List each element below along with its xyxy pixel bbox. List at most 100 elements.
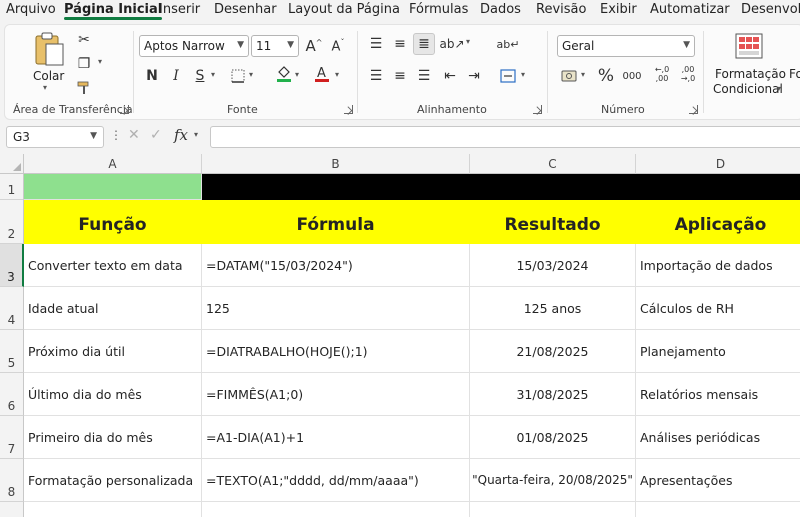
cell-b8[interactable]: =TEXTO(A1;"dddd, dd/mm/aaaa") (202, 459, 470, 502)
font-launcher-icon[interactable] (344, 105, 353, 114)
tab-automatizar[interactable]: Automatizar (650, 2, 730, 17)
copy-button[interactable]: ❐ (73, 53, 95, 75)
cell-d4[interactable]: Cálculos de RH (636, 287, 800, 330)
underline-button[interactable]: S (189, 65, 211, 87)
row-header-7[interactable]: 7 (0, 416, 24, 459)
borders-button[interactable] (227, 65, 249, 87)
cell-c8[interactable]: "Quarta-feira, 20/08/2025" (470, 459, 636, 502)
cut-button[interactable]: ✂ (73, 29, 95, 51)
cell-c7[interactable]: 01/08/2025 (470, 416, 636, 459)
font-color-button[interactable]: A (311, 63, 333, 85)
increase-font-button[interactable]: A^ (303, 35, 325, 57)
cell-a6[interactable]: Último dia do mês (24, 373, 202, 416)
formula-input[interactable] (210, 126, 800, 148)
cell-b5[interactable]: =DIATRABALHO(HOJE();1) (202, 330, 470, 373)
cell-b9[interactable] (202, 502, 470, 517)
cell-d6[interactable]: Relatórios mensais (636, 373, 800, 416)
row-header-6[interactable]: 6 (0, 373, 24, 416)
cell-a2-header[interactable]: Função (24, 200, 202, 244)
row-header-1[interactable]: 1 (0, 174, 24, 200)
more-options-icon[interactable]: ⋮ (110, 128, 122, 142)
insert-function-button[interactable]: fx (174, 126, 188, 144)
decrease-font-button[interactable]: Aˇ (327, 35, 349, 57)
cell-b1[interactable] (202, 174, 470, 200)
row-header-2[interactable]: 2 (0, 200, 24, 244)
tab-arquivo[interactable]: Arquivo (6, 2, 56, 17)
align-bottom-button[interactable]: ≣ (413, 33, 435, 55)
paste-button[interactable]: Colar ▾ (29, 29, 67, 92)
chevron-down-icon[interactable]: ▾ (581, 70, 585, 79)
clipboard-launcher-icon[interactable] (120, 105, 129, 114)
italic-button[interactable]: I (165, 65, 187, 87)
cancel-icon[interactable]: ✕ (128, 127, 140, 143)
cell-b6[interactable]: =FIMMÊS(A1;0) (202, 373, 470, 416)
format-table-label-clipped[interactable]: Fo (789, 67, 800, 81)
cell-a5[interactable]: Próximo dia útil (24, 330, 202, 373)
column-header-d[interactable]: D (636, 154, 800, 174)
cell-a9[interactable] (24, 502, 202, 517)
bold-button[interactable]: N (141, 65, 163, 87)
increase-decimal-button[interactable]: ←,0 ,00 (649, 63, 675, 85)
column-header-b[interactable]: B (202, 154, 470, 174)
alignment-launcher-icon[interactable] (533, 105, 542, 114)
tab-dados[interactable]: Dados (480, 2, 521, 17)
cell-d3[interactable]: Importação de dados (636, 244, 800, 287)
align-left-button[interactable]: ☰ (365, 65, 387, 87)
select-all-button[interactable] (0, 154, 24, 174)
chevron-down-icon[interactable]: ▾ (194, 130, 198, 139)
cell-a3[interactable]: Converter texto em data (24, 244, 202, 287)
tab-exibir[interactable]: Exibir (600, 2, 637, 17)
thousands-button[interactable]: 000 (621, 65, 643, 87)
fill-color-button[interactable] (273, 63, 295, 85)
confirm-icon[interactable]: ✓ (150, 127, 162, 143)
cell-d8[interactable]: Apresentações (636, 459, 800, 502)
tab-pagina-inicial[interactable]: Página Inicial (64, 2, 163, 20)
font-size-combo[interactable]: 11 ▼ (251, 35, 299, 57)
row-header-3[interactable]: 3 (0, 244, 24, 287)
cell-d5[interactable]: Planejamento (636, 330, 800, 373)
chevron-down-icon[interactable]: ▾ (466, 37, 470, 46)
currency-button[interactable] (559, 65, 581, 87)
cell-b3[interactable]: =DATAM("15/03/2024") (202, 244, 470, 287)
increase-indent-button[interactable]: ⇥ (463, 65, 485, 87)
row-header-4[interactable]: 4 (0, 287, 24, 330)
tab-inserir[interactable]: Inserir (159, 2, 200, 17)
cell-a4[interactable]: Idade atual (24, 287, 202, 330)
tab-desenvolvedor[interactable]: Desenvolv (741, 2, 800, 17)
cell-a7[interactable]: Primeiro dia do mês (24, 416, 202, 459)
cell-c2-header[interactable]: Resultado (470, 200, 636, 244)
cell-c5[interactable]: 21/08/2025 (470, 330, 636, 373)
percent-button[interactable]: % (595, 65, 617, 87)
cell-c4[interactable]: 125 anos (470, 287, 636, 330)
merge-center-button[interactable] (497, 65, 519, 87)
cell-b7[interactable]: =A1-DIA(A1)+1 (202, 416, 470, 459)
chevron-down-icon[interactable]: ▾ (521, 70, 525, 79)
cell-d9[interactable] (636, 502, 800, 517)
chevron-down-icon[interactable]: ▾ (295, 70, 299, 79)
chevron-down-icon[interactable]: ▾ (249, 70, 253, 79)
cell-d1[interactable] (636, 174, 800, 200)
tab-formulas[interactable]: Fórmulas (409, 2, 468, 17)
cell-a8[interactable]: Formatação personalizada (24, 459, 202, 502)
align-center-button[interactable]: ≡ (389, 65, 411, 87)
conditional-formatting-button[interactable]: Formatação Condicional ▾ (711, 29, 787, 96)
cell-c3[interactable]: 15/03/2024 (470, 244, 636, 287)
cell-d2-header[interactable]: Aplicação (636, 200, 800, 244)
cell-c6[interactable]: 31/08/2025 (470, 373, 636, 416)
font-name-combo[interactable]: Aptos Narrow ▼ (139, 35, 249, 57)
decrease-decimal-button[interactable]: ,00 →,0 (675, 63, 701, 85)
chevron-down-icon[interactable]: ▾ (98, 57, 102, 66)
tab-desenhar[interactable]: Desenhar (214, 2, 277, 17)
chevron-down-icon[interactable]: ▾ (335, 70, 339, 79)
name-box[interactable]: G3 ▼ (6, 126, 104, 148)
chevron-down-icon[interactable]: ▾ (211, 70, 215, 79)
cell-b2-header[interactable]: Fórmula (202, 200, 470, 244)
tab-revisao[interactable]: Revisão (536, 2, 586, 17)
cell-d7[interactable]: Análises periódicas (636, 416, 800, 459)
cell-c9[interactable] (470, 502, 636, 517)
decrease-indent-button[interactable]: ⇤ (439, 65, 461, 87)
number-launcher-icon[interactable] (689, 105, 698, 114)
cell-a1[interactable] (24, 174, 202, 200)
column-header-c[interactable]: C (470, 154, 636, 174)
wrap-text-button[interactable]: ab↵ (497, 33, 520, 55)
